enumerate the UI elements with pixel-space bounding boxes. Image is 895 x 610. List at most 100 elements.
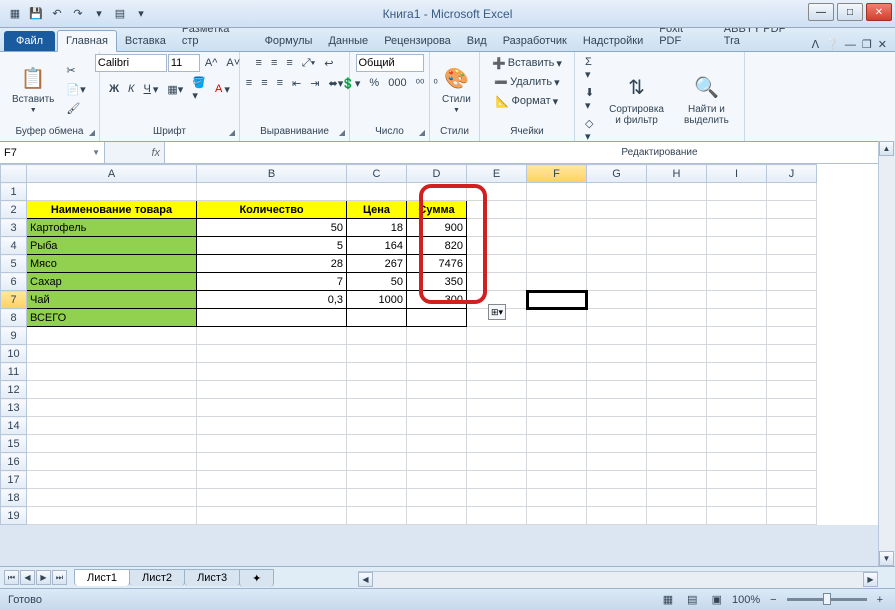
- doc-minimize-icon[interactable]: —: [845, 39, 856, 51]
- sheet-tab-2[interactable]: Лист2: [129, 569, 185, 586]
- cell-A18[interactable]: [27, 489, 197, 507]
- cell-B12[interactable]: [197, 381, 347, 399]
- cells-delete-button[interactable]: ➖ Удалить ▾: [490, 73, 563, 91]
- cells-insert-button[interactable]: ➕ Вставить ▾: [488, 54, 566, 72]
- cell-H16[interactable]: [647, 453, 707, 471]
- row-header-6[interactable]: 6: [1, 273, 27, 291]
- row-header-2[interactable]: 2: [1, 201, 27, 219]
- row-header-16[interactable]: 16: [1, 453, 27, 471]
- cell-A4[interactable]: Рыба: [27, 237, 197, 255]
- col-header-E[interactable]: E: [467, 165, 527, 183]
- cell-J11[interactable]: [767, 363, 817, 381]
- cell-I1[interactable]: [707, 183, 767, 201]
- copy-icon[interactable]: 📄▾: [62, 80, 89, 98]
- cell-D6[interactable]: 350: [407, 273, 467, 291]
- italic-button[interactable]: К: [124, 74, 138, 104]
- cell-E5[interactable]: [467, 255, 527, 273]
- col-header-J[interactable]: J: [767, 165, 817, 183]
- select-all-corner[interactable]: [1, 165, 27, 183]
- cell-B3[interactable]: 50: [197, 219, 347, 237]
- cell-I5[interactable]: [707, 255, 767, 273]
- cell-I2[interactable]: [707, 201, 767, 219]
- row-header-13[interactable]: 13: [1, 399, 27, 417]
- inc-dec-icon[interactable]: ⁰⁰: [412, 74, 429, 92]
- cell-E15[interactable]: [467, 435, 527, 453]
- format-painter-icon[interactable]: 🖌: [62, 99, 89, 117]
- cell-E14[interactable]: [467, 417, 527, 435]
- row-header-19[interactable]: 19: [1, 507, 27, 525]
- save-icon[interactable]: 💾: [27, 5, 45, 23]
- cell-C4[interactable]: 164: [347, 237, 407, 255]
- cell-C2[interactable]: Цена: [347, 201, 407, 219]
- cell-E19[interactable]: [467, 507, 527, 525]
- dialog-launcher-icon[interactable]: ◢: [339, 128, 345, 137]
- currency-icon[interactable]: 💲▾: [337, 74, 364, 92]
- cell-F9[interactable]: [527, 327, 587, 345]
- cell-B1[interactable]: [197, 183, 347, 201]
- cell-B15[interactable]: [197, 435, 347, 453]
- qat-dd-icon[interactable]: ▾: [132, 5, 150, 23]
- cell-E17[interactable]: [467, 471, 527, 489]
- scroll-down-icon[interactable]: ▼: [879, 551, 894, 566]
- cell-J4[interactable]: [767, 237, 817, 255]
- cell-C19[interactable]: [347, 507, 407, 525]
- cell-I16[interactable]: [707, 453, 767, 471]
- cell-G4[interactable]: [587, 237, 647, 255]
- cell-B5[interactable]: 28: [197, 255, 347, 273]
- cell-D9[interactable]: [407, 327, 467, 345]
- cell-H5[interactable]: [647, 255, 707, 273]
- cut-icon[interactable]: ✂: [62, 61, 89, 79]
- border-icon[interactable]: ▦▾: [163, 74, 187, 104]
- cell-G14[interactable]: [587, 417, 647, 435]
- cell-H2[interactable]: [647, 201, 707, 219]
- row-header-17[interactable]: 17: [1, 471, 27, 489]
- cell-D3[interactable]: 900: [407, 219, 467, 237]
- cell-G11[interactable]: [587, 363, 647, 381]
- indent-dec-icon[interactable]: ⇤: [288, 74, 305, 92]
- align-mid-icon[interactable]: ≡: [267, 54, 281, 72]
- clear-icon[interactable]: ◇ ▾: [581, 115, 598, 145]
- cell-H7[interactable]: [647, 291, 707, 309]
- zoom-in-icon[interactable]: +: [873, 591, 887, 609]
- cell-C17[interactable]: [347, 471, 407, 489]
- sort-filter-button[interactable]: ⇅Сортировка и фильтр: [600, 70, 673, 130]
- col-header-G[interactable]: G: [587, 165, 647, 183]
- cell-J13[interactable]: [767, 399, 817, 417]
- cell-H13[interactable]: [647, 399, 707, 417]
- cell-C13[interactable]: [347, 399, 407, 417]
- tab-data[interactable]: Данные: [320, 31, 376, 51]
- cell-B19[interactable]: [197, 507, 347, 525]
- cell-J15[interactable]: [767, 435, 817, 453]
- cell-E9[interactable]: [467, 327, 527, 345]
- cell-J7[interactable]: [767, 291, 817, 309]
- undo-icon[interactable]: ↶: [48, 5, 66, 23]
- col-header-H[interactable]: H: [647, 165, 707, 183]
- cell-C10[interactable]: [347, 345, 407, 363]
- tab-insert[interactable]: Вставка: [117, 31, 174, 51]
- cell-A6[interactable]: Сахар: [27, 273, 197, 291]
- cell-C7[interactable]: 1000: [347, 291, 407, 309]
- cell-A12[interactable]: [27, 381, 197, 399]
- cell-H19[interactable]: [647, 507, 707, 525]
- row-header-10[interactable]: 10: [1, 345, 27, 363]
- bold-button[interactable]: Ж: [105, 74, 123, 104]
- cell-A17[interactable]: [27, 471, 197, 489]
- cell-I4[interactable]: [707, 237, 767, 255]
- align-left-icon[interactable]: ≡: [242, 74, 256, 92]
- doc-restore-icon[interactable]: ❐: [862, 38, 872, 51]
- row-header-8[interactable]: 8: [1, 309, 27, 327]
- percent-icon[interactable]: %: [365, 74, 383, 92]
- cell-A8[interactable]: ВСЕГО: [27, 309, 197, 327]
- file-tab[interactable]: Файл: [4, 31, 55, 51]
- cell-A13[interactable]: [27, 399, 197, 417]
- row-header-4[interactable]: 4: [1, 237, 27, 255]
- cell-J2[interactable]: [767, 201, 817, 219]
- cell-B10[interactable]: [197, 345, 347, 363]
- cell-E3[interactable]: [467, 219, 527, 237]
- cell-B9[interactable]: [197, 327, 347, 345]
- cell-D19[interactable]: [407, 507, 467, 525]
- cell-B14[interactable]: [197, 417, 347, 435]
- minimize-ribbon-icon[interactable]: ᐱ: [812, 38, 820, 51]
- tab-review[interactable]: Рецензирова: [376, 31, 459, 51]
- cell-B2[interactable]: Количество: [197, 201, 347, 219]
